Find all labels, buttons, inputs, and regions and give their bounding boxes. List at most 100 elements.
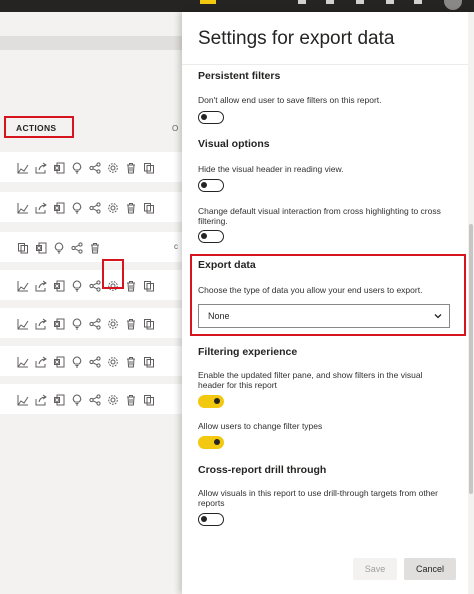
analyze-icon[interactable] xyxy=(14,161,32,175)
delete-icon[interactable] xyxy=(122,201,140,215)
default-interaction-desc: Change default visual interaction from c… xyxy=(198,206,441,226)
cross-report-toggle[interactable] xyxy=(198,513,224,526)
insights-icon[interactable] xyxy=(50,241,68,255)
share-icon[interactable] xyxy=(32,393,50,407)
copy-icon[interactable] xyxy=(140,279,158,293)
analyze-icon[interactable] xyxy=(14,279,32,293)
lineage-icon[interactable] xyxy=(68,241,86,255)
row-actions xyxy=(14,161,158,175)
delete-icon[interactable] xyxy=(122,161,140,175)
cross-report-title: Cross-report drill through xyxy=(198,464,327,476)
table-row xyxy=(0,308,182,338)
insights-icon[interactable] xyxy=(68,279,86,293)
settings-icon[interactable] xyxy=(104,355,122,369)
updated-filter-pane-toggle[interactable] xyxy=(198,395,224,408)
persistent-filters-title: Persistent filters xyxy=(198,70,281,82)
share-icon[interactable] xyxy=(32,161,50,175)
persistent-filters-desc: Don't allow end user to save filters on … xyxy=(198,95,382,105)
row-actions xyxy=(14,201,158,215)
change-filter-types-toggle[interactable] xyxy=(198,436,224,449)
cancel-button[interactable]: Cancel xyxy=(404,558,456,580)
divider xyxy=(182,64,474,65)
share-icon[interactable] xyxy=(32,355,50,369)
insights-icon[interactable] xyxy=(68,393,86,407)
lineage-icon[interactable] xyxy=(86,161,104,175)
settings-icon[interactable] xyxy=(104,317,122,331)
settings-icon[interactable] xyxy=(104,393,122,407)
export-data-title: Export data xyxy=(198,259,256,271)
analyze-icon[interactable] xyxy=(14,355,32,369)
lineage-icon[interactable] xyxy=(86,355,104,369)
table-row xyxy=(0,152,182,182)
copy-icon[interactable] xyxy=(140,393,158,407)
lineage-icon[interactable] xyxy=(86,393,104,407)
persistent-filters-toggle[interactable] xyxy=(198,111,224,124)
settings-icon[interactable] xyxy=(104,201,122,215)
excel-icon[interactable] xyxy=(50,317,68,331)
excel-icon[interactable] xyxy=(50,161,68,175)
lineage-icon[interactable] xyxy=(86,201,104,215)
row-actions xyxy=(14,241,104,255)
lineage-icon[interactable] xyxy=(86,317,104,331)
table-row xyxy=(0,384,182,414)
cross-report-desc: Allow visuals in this report to use dril… xyxy=(198,488,438,508)
export-data-dropdown[interactable]: None xyxy=(198,304,450,328)
scrollbar-thumb[interactable] xyxy=(469,224,473,494)
updated-filter-pane-desc: Enable the updated filter pane, and show… xyxy=(198,370,423,390)
delete-icon[interactable] xyxy=(122,355,140,369)
insights-icon[interactable] xyxy=(68,161,86,175)
avatar[interactable] xyxy=(444,0,462,10)
row-actions xyxy=(14,355,158,369)
insights-icon[interactable] xyxy=(68,317,86,331)
chevron-down-icon xyxy=(434,314,442,319)
copy-icon[interactable] xyxy=(140,355,158,369)
table-row xyxy=(0,270,182,300)
column-header-partial: O xyxy=(172,124,179,133)
export-data-desc: Choose the type of data you allow your e… xyxy=(198,285,423,295)
brand-logo xyxy=(200,0,216,4)
insights-icon[interactable] xyxy=(68,355,86,369)
insights-icon[interactable] xyxy=(68,201,86,215)
analyze-icon[interactable] xyxy=(14,393,32,407)
row-actions xyxy=(14,279,158,293)
filtering-experience-title: Filtering experience xyxy=(198,346,298,358)
feedback-icon[interactable] xyxy=(298,0,306,4)
help-icon[interactable] xyxy=(356,0,364,4)
copy-icon[interactable] xyxy=(140,201,158,215)
delete-icon[interactable] xyxy=(122,317,140,331)
hide-visual-header-toggle[interactable] xyxy=(198,179,224,192)
table-row xyxy=(0,346,182,376)
excel-icon[interactable] xyxy=(50,279,68,293)
visual-options-title: Visual options xyxy=(198,138,270,150)
copy-icon[interactable] xyxy=(14,241,32,255)
change-filter-types-desc: Allow users to change filter types xyxy=(198,421,323,431)
share-icon[interactable] xyxy=(32,201,50,215)
save-button[interactable]: Save xyxy=(353,558,397,580)
excel-icon[interactable] xyxy=(50,201,68,215)
share-icon[interactable] xyxy=(32,279,50,293)
delete-icon[interactable] xyxy=(86,241,104,255)
export-data-selected-value: None xyxy=(208,311,230,321)
analyze-icon[interactable] xyxy=(14,201,32,215)
default-interaction-toggle[interactable] xyxy=(198,230,224,243)
excel-icon[interactable] xyxy=(50,393,68,407)
workspace-toolbar xyxy=(0,36,182,50)
notifications-icon[interactable] xyxy=(386,0,394,4)
download-icon[interactable] xyxy=(326,0,334,4)
excel-icon[interactable] xyxy=(50,355,68,369)
settings-icon[interactable] xyxy=(104,161,122,175)
copy-icon[interactable] xyxy=(140,161,158,175)
delete-icon[interactable] xyxy=(122,279,140,293)
workspace-content-list: ACTIONS O c xyxy=(0,12,182,594)
table-row: c xyxy=(0,232,182,262)
delete-icon[interactable] xyxy=(122,393,140,407)
app-top-bar xyxy=(0,0,474,12)
settings-icon[interactable] xyxy=(414,0,422,4)
analyze-icon[interactable] xyxy=(14,317,32,331)
row-tail-text: c xyxy=(174,242,178,251)
panel-title: Settings for export data xyxy=(198,28,395,49)
row-actions xyxy=(14,317,158,331)
excel-icon[interactable] xyxy=(32,241,50,255)
copy-icon[interactable] xyxy=(140,317,158,331)
share-icon[interactable] xyxy=(32,317,50,331)
